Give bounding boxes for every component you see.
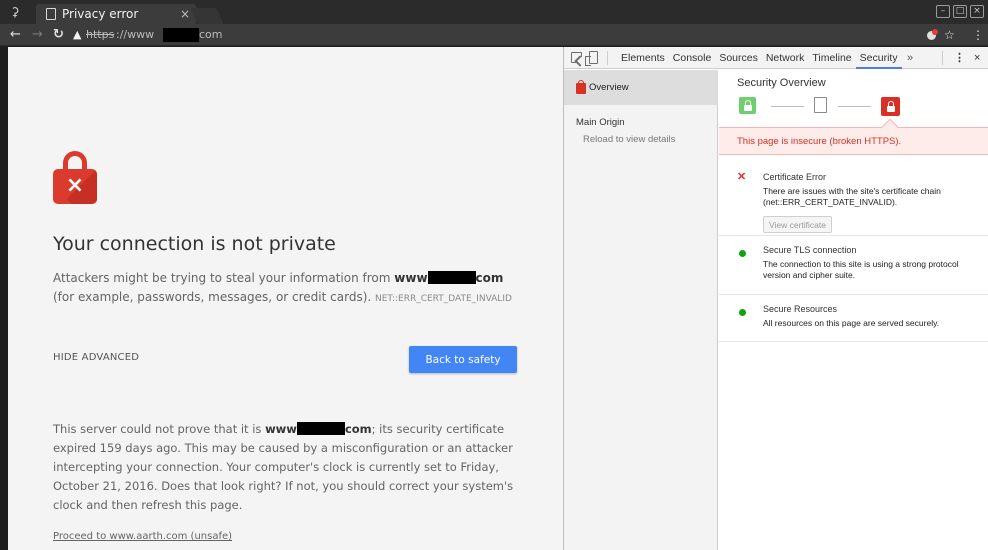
browser-toolbar: ← → ↻ ▲ https ://www com ☆ ⋮ xyxy=(0,24,988,46)
tab-elements[interactable]: Elements xyxy=(617,47,669,69)
tab-title: Privacy error xyxy=(62,7,139,21)
explanation-secure-tls: Secure TLS connection The connection to … xyxy=(719,236,988,295)
sidebar-section-main-origin: Main Origin xyxy=(576,117,625,128)
devtools-menu-icon[interactable]: ⋮ xyxy=(954,47,965,69)
error-x-icon: ✕ xyxy=(737,171,747,183)
error-description: Attackers might be trying to steal your … xyxy=(53,271,512,304)
url-host-prefix: ://www xyxy=(116,28,155,41)
advanced-details: This server could not prove that it is w… xyxy=(53,422,514,512)
explanation-text: The connection to this site is using a s… xyxy=(763,259,959,280)
close-window-icon[interactable]: × xyxy=(970,5,984,18)
device-toolbar-icon[interactable] xyxy=(585,51,598,66)
incognito-icon: ⚳ xyxy=(10,5,20,19)
broken-lock-icon: × xyxy=(53,151,97,207)
insecure-lock-icon xyxy=(576,80,586,94)
explanation-secure-resources: Secure Resources All resources on this p… xyxy=(719,295,988,342)
security-overview-title: Security Overview xyxy=(737,77,826,89)
document-icon xyxy=(46,8,56,20)
tab-network[interactable]: Network xyxy=(762,47,809,69)
insecure-lock-icon xyxy=(881,97,900,116)
banner-text: This page is insecure (broken HTTPS). xyxy=(737,136,902,147)
inspect-element-icon[interactable] xyxy=(571,52,582,63)
interstitial-page: × Your connection is not private Attacke… xyxy=(0,47,563,550)
tab-close-icon[interactable]: × xyxy=(180,7,190,21)
window-controls: – □ × xyxy=(936,5,984,18)
address-bar[interactable]: ▲ https ://www com xyxy=(70,27,910,43)
sidebar-item-overview[interactable]: Overview xyxy=(564,70,718,105)
back-arrow-icon[interactable]: ← xyxy=(10,27,21,43)
neutral-document-icon xyxy=(814,97,827,113)
maximize-icon[interactable]: □ xyxy=(953,5,967,18)
explanation-title: Certificate Error xyxy=(763,172,827,182)
explanation-title: Secure TLS connection xyxy=(763,245,857,255)
tab-timeline[interactable]: Timeline xyxy=(808,47,855,69)
url-host-suffix: com xyxy=(199,28,223,41)
devtools-close-icon[interactable]: × xyxy=(974,47,980,69)
back-to-safety-button[interactable]: Back to safety xyxy=(409,346,517,373)
minimize-icon[interactable]: – xyxy=(936,5,950,18)
hide-advanced-link[interactable]: HIDE ADVANCED xyxy=(53,352,139,364)
page-heading: Your connection is not private xyxy=(53,233,336,255)
devtools-toolbar: Elements Console Sources Network Timelin… xyxy=(564,47,988,69)
error-code: NET::ERR_CERT_DATE_INVALID xyxy=(375,294,512,304)
proceed-unsafe-link[interactable]: Proceed to www.aarth.com (unsafe) xyxy=(53,531,232,543)
security-overview: Security Overview This page is insecure … xyxy=(719,70,988,550)
devtools-tabs: Elements Console Sources Network Timelin… xyxy=(617,47,902,69)
connector-line xyxy=(838,106,871,107)
menu-kebab-icon[interactable]: ⋮ xyxy=(972,27,984,43)
explanation-certificate-error: ✕ Certificate Error There are issues wit… xyxy=(719,163,988,236)
explanation-text: There are issues with the site's certifi… xyxy=(763,186,941,207)
forward-arrow-icon[interactable]: → xyxy=(32,27,43,43)
explanation-text: All resources on this page are served se… xyxy=(763,318,940,328)
sidebar-item-label: Overview xyxy=(589,82,629,93)
tab-console[interactable]: Console xyxy=(669,47,716,69)
explanation-title: Secure Resources xyxy=(763,304,838,314)
secure-dot-icon xyxy=(739,309,746,316)
redaction-box xyxy=(163,28,199,42)
title-bar: ⚳ Privacy error × – □ × xyxy=(0,0,988,24)
connector-line xyxy=(771,106,804,107)
more-tabs-icon[interactable]: » xyxy=(907,47,913,69)
insecure-banner: This page is insecure (broken HTTPS). xyxy=(719,127,988,155)
warning-icon[interactable]: ▲ xyxy=(73,28,81,42)
view-certificate-button[interactable]: View certificate xyxy=(763,216,832,233)
bookmark-star-icon[interactable]: ☆ xyxy=(944,27,955,43)
browser-tab[interactable]: Privacy error × xyxy=(36,4,196,24)
sidebar-reload-hint[interactable]: Reload to view details xyxy=(583,133,675,147)
security-sidebar: Overview Main Origin Reload to view deta… xyxy=(564,70,718,550)
tab-security[interactable]: Security xyxy=(855,47,902,69)
secure-dot-icon xyxy=(739,250,746,257)
secure-lock-icon xyxy=(739,97,756,114)
redaction-box xyxy=(427,271,476,284)
tab-sources[interactable]: Sources xyxy=(715,47,762,69)
devtools-panel: Elements Console Sources Network Timelin… xyxy=(563,47,988,550)
redaction-box xyxy=(296,422,345,435)
reload-icon[interactable]: ↻ xyxy=(53,27,64,43)
url-scheme: https xyxy=(86,28,115,41)
extension-icon[interactable] xyxy=(927,29,938,41)
